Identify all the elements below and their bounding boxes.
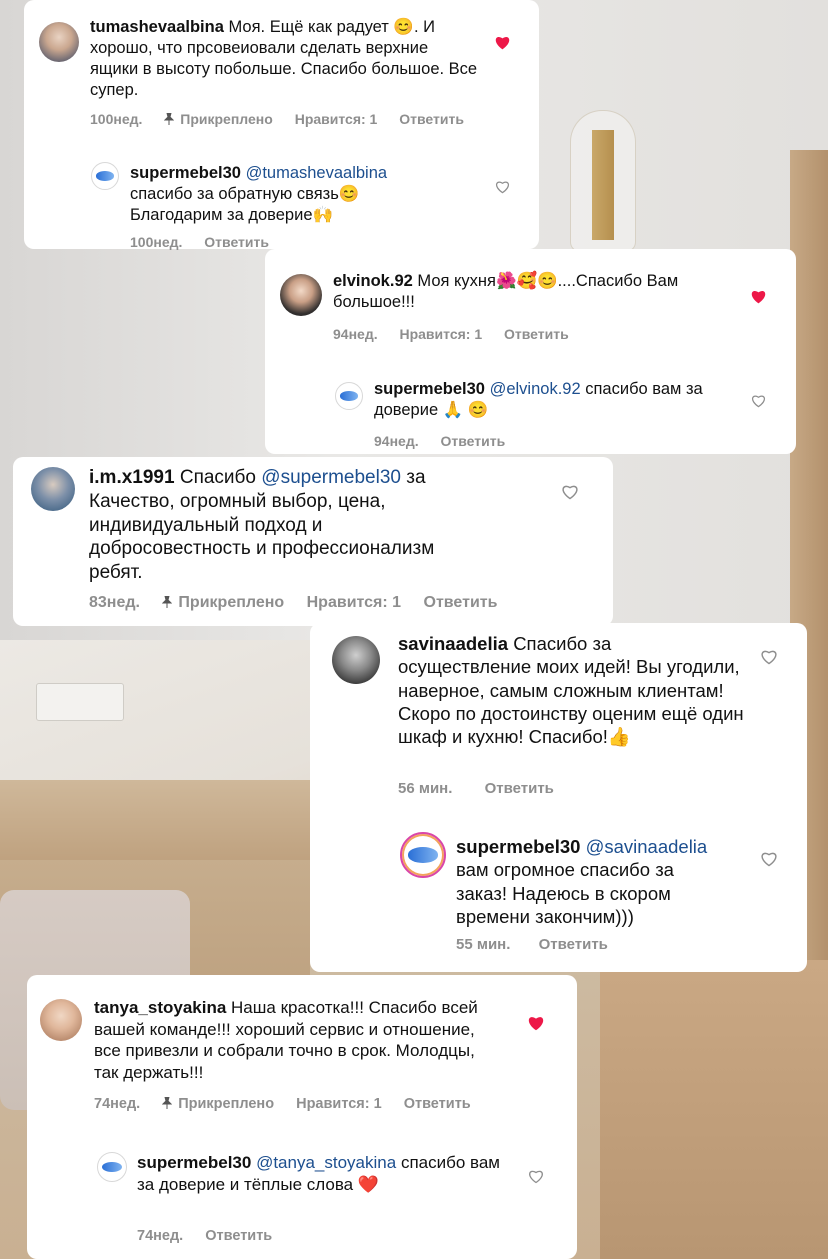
reply-meta: 94нед. Ответить bbox=[374, 433, 523, 449]
heart-icon[interactable] bbox=[527, 1015, 545, 1031]
comment-text: i.m.x1991 Спасибо @supermebel30 за Качес… bbox=[89, 467, 435, 583]
timestamp: 74нед. bbox=[137, 1228, 184, 1244]
pinned-label: Прикреплено bbox=[162, 594, 284, 611]
timestamp: 94нед. bbox=[374, 433, 419, 449]
timestamp: 83нед. bbox=[89, 594, 140, 611]
avatar[interactable] bbox=[97, 1152, 127, 1182]
comment-meta: 100нед. Прикреплено Нравится: 1 Ответить bbox=[90, 111, 482, 127]
mention-link[interactable]: @tumashevaalbina bbox=[246, 164, 388, 182]
pin-icon bbox=[164, 113, 175, 125]
username[interactable]: elvinok.92 bbox=[333, 272, 413, 290]
username[interactable]: i.m.x1991 bbox=[89, 467, 175, 488]
comment-meta: 94нед. Нравится: 1 Ответить bbox=[333, 326, 587, 342]
pinned-label: Прикреплено bbox=[162, 1096, 274, 1112]
timestamp: 55 мин. bbox=[456, 936, 511, 953]
comment-text: savinaadelia Спасибо за осуществление мо… bbox=[398, 633, 744, 748]
pin-icon bbox=[162, 596, 173, 608]
comment-meta: 83нед. Прикреплено Нравится: 1 Ответить bbox=[89, 594, 515, 612]
reply-text: supermebel30 @tumashevaalbina спасибо за… bbox=[130, 164, 388, 224]
reply-button[interactable]: Ответить bbox=[424, 594, 498, 611]
username[interactable]: supermebel30 bbox=[374, 380, 485, 398]
comment-card: elvinok.92 Моя кухня🌺🥰😊....Спасибо Вам б… bbox=[265, 249, 796, 454]
avatar[interactable] bbox=[280, 274, 322, 316]
username[interactable]: tumashevaalbina bbox=[90, 18, 224, 36]
avatar[interactable] bbox=[332, 636, 380, 684]
reply-text: supermebel30 @tanya_stoyakina спасибо ва… bbox=[137, 1153, 500, 1194]
pinned-label: Прикреплено bbox=[164, 111, 273, 127]
reply-button[interactable]: Ответить bbox=[404, 1096, 471, 1112]
mention-link[interactable]: @savinaadelia bbox=[586, 836, 708, 857]
reply-meta: 100нед. Ответить bbox=[130, 234, 287, 250]
heart-icon[interactable] bbox=[528, 1169, 544, 1184]
reply-text: supermebel30 @elvinok.92 спасибо вам за … bbox=[374, 380, 703, 419]
comment-text: tumashevaalbina Моя. Ещё как радует 😊. И… bbox=[90, 18, 478, 99]
avatar[interactable] bbox=[400, 832, 446, 878]
reply-meta: 55 мин. Ответить bbox=[456, 936, 626, 953]
reply-meta: 74нед. Ответить bbox=[137, 1228, 290, 1244]
username[interactable]: supermebel30 bbox=[130, 164, 241, 182]
username[interactable]: supermebel30 bbox=[456, 836, 580, 857]
reply-button[interactable]: Ответить bbox=[504, 326, 569, 342]
heart-icon[interactable] bbox=[760, 851, 778, 867]
comment-meta: 74нед. Прикреплено Нравится: 1 Ответить bbox=[94, 1096, 489, 1112]
avatar[interactable] bbox=[335, 382, 363, 410]
comment-card: savinaadelia Спасибо за осуществление мо… bbox=[310, 623, 807, 972]
reply-button[interactable]: Ответить bbox=[205, 1228, 272, 1244]
likes-count[interactable]: Нравится: 1 bbox=[307, 594, 401, 611]
timestamp: 100нед. bbox=[130, 234, 183, 250]
comment-card: i.m.x1991 Спасибо @supermebel30 за Качес… bbox=[13, 457, 613, 626]
avatar[interactable] bbox=[31, 467, 75, 511]
reply-button[interactable]: Ответить bbox=[539, 936, 608, 953]
heart-icon[interactable] bbox=[495, 180, 510, 194]
comment-text: elvinok.92 Моя кухня🌺🥰😊....Спасибо Вам б… bbox=[333, 272, 679, 311]
comment-meta: 56 мин. Ответить bbox=[398, 780, 572, 797]
comment-card: tumashevaalbina Моя. Ещё как радует 😊. И… bbox=[24, 0, 539, 250]
likes-count[interactable]: Нравится: 1 bbox=[295, 111, 378, 127]
avatar[interactable] bbox=[39, 22, 79, 62]
mention-link[interactable]: @elvinok.92 bbox=[490, 380, 581, 398]
avatar[interactable] bbox=[40, 999, 82, 1041]
username[interactable]: savinaadelia bbox=[398, 633, 508, 654]
likes-count[interactable]: Нравится: 1 bbox=[296, 1096, 382, 1112]
avatar[interactable] bbox=[91, 162, 119, 190]
username[interactable]: tanya_stoyakina bbox=[94, 998, 226, 1017]
heart-icon[interactable] bbox=[494, 35, 511, 50]
reply-button[interactable]: Ответить bbox=[485, 780, 554, 797]
likes-count[interactable]: Нравится: 1 bbox=[399, 326, 482, 342]
heart-icon[interactable] bbox=[750, 289, 767, 304]
mention-link[interactable]: @supermebel30 bbox=[261, 467, 401, 488]
reply-text: supermebel30 @savinaadelia вам огромное … bbox=[456, 836, 708, 927]
mention-link[interactable]: @tanya_stoyakina bbox=[256, 1153, 396, 1172]
username[interactable]: supermebel30 bbox=[137, 1153, 251, 1172]
pin-icon bbox=[162, 1097, 173, 1109]
heart-icon[interactable] bbox=[751, 394, 766, 408]
reply-button[interactable]: Ответить bbox=[204, 234, 269, 250]
timestamp: 94нед. bbox=[333, 326, 378, 342]
comment-card: tanya_stoyakina Наша красотка!!! Спасибо… bbox=[27, 975, 577, 1259]
comment-text: tanya_stoyakina Наша красотка!!! Спасибо… bbox=[94, 998, 478, 1082]
reply-button[interactable]: Ответить bbox=[440, 433, 505, 449]
heart-icon[interactable] bbox=[760, 649, 778, 665]
timestamp: 100нед. bbox=[90, 111, 143, 127]
timestamp: 74нед. bbox=[94, 1096, 141, 1112]
heart-icon[interactable] bbox=[561, 484, 579, 500]
timestamp: 56 мин. bbox=[398, 780, 453, 797]
reply-button[interactable]: Ответить bbox=[399, 111, 464, 127]
